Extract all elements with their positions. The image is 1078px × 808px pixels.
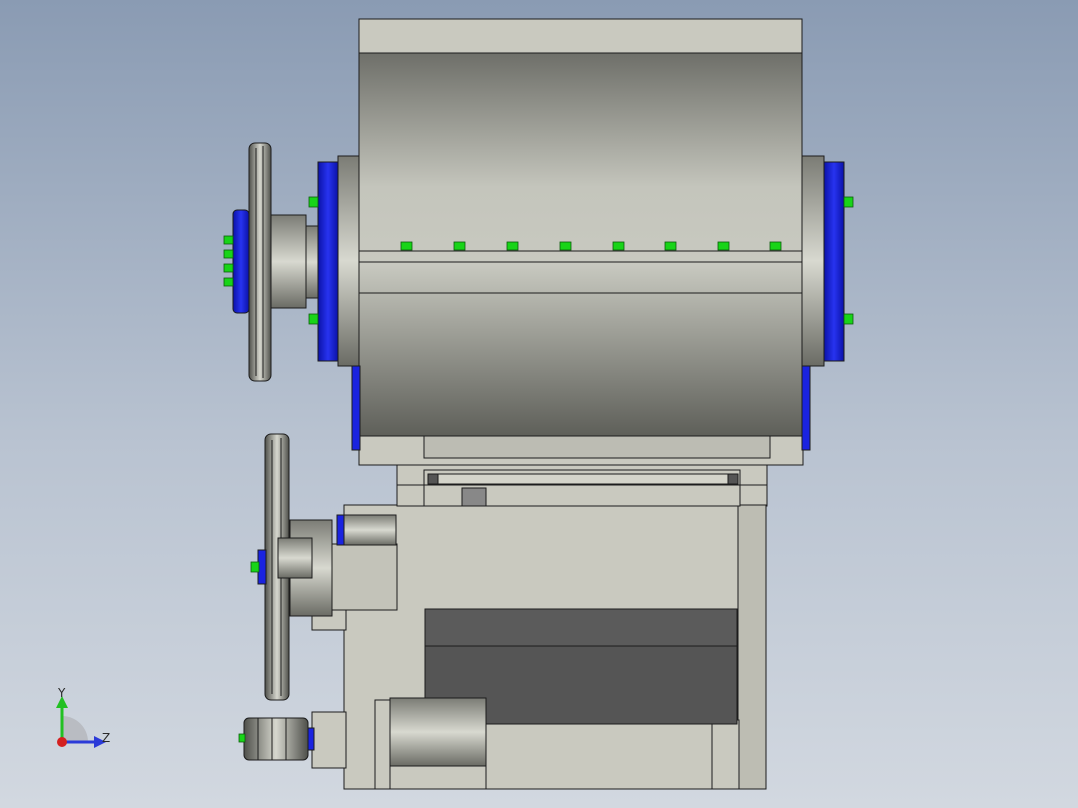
y-axis-label: Y bbox=[58, 686, 66, 700]
drum-body[interactable] bbox=[337, 18, 825, 437]
orientation-triad: Y Z bbox=[40, 680, 130, 770]
graphics-viewport[interactable]: Y Z bbox=[0, 0, 1078, 808]
z-axis-label: Z bbox=[102, 731, 111, 745]
upper-drive-pulley[interactable] bbox=[232, 142, 319, 382]
cad-model-view[interactable] bbox=[0, 0, 1078, 808]
origin-dot bbox=[57, 737, 67, 747]
small-multi-groove-pulley[interactable] bbox=[243, 717, 315, 761]
triad-graphic bbox=[56, 696, 106, 748]
